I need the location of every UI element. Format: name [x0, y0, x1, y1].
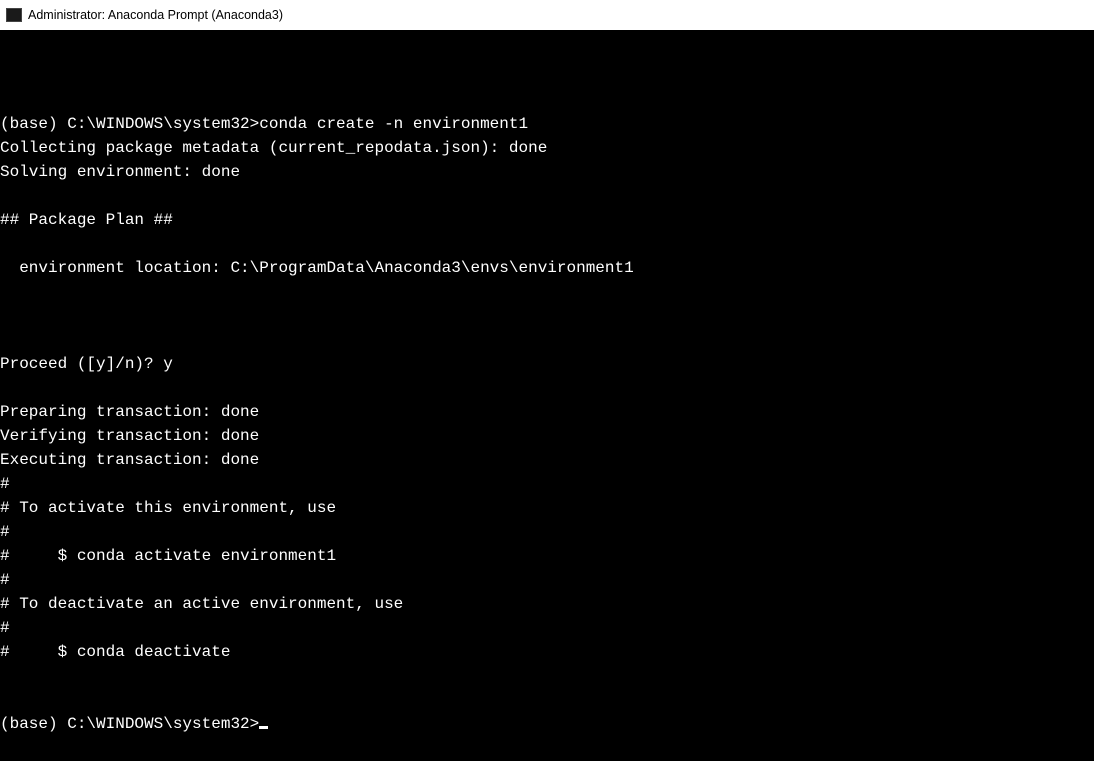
- terminal-line: # $ conda deactivate: [0, 643, 230, 661]
- terminal-line: # $ conda activate environment1: [0, 547, 336, 565]
- terminal-line: environment location: C:\ProgramData\Ana…: [0, 259, 634, 277]
- terminal-line: Collecting package metadata (current_rep…: [0, 139, 547, 157]
- terminal-line: Preparing transaction: done: [0, 403, 259, 421]
- terminal-line: ## Package Plan ##: [0, 211, 173, 229]
- terminal-prompt[interactable]: (base) C:\WINDOWS\system32>: [0, 715, 259, 733]
- terminal-output: (base) C:\WINDOWS\system32>conda create …: [0, 88, 1094, 736]
- cursor-icon: [259, 726, 268, 729]
- terminal-line: #: [0, 619, 10, 637]
- terminal-line: #: [0, 523, 10, 541]
- terminal-icon: [6, 8, 22, 22]
- window-title: Administrator: Anaconda Prompt (Anaconda…: [28, 8, 283, 22]
- window-title-bar[interactable]: Administrator: Anaconda Prompt (Anaconda…: [0, 0, 1094, 30]
- terminal-line: # To deactivate an active environment, u…: [0, 595, 403, 613]
- terminal-line: #: [0, 475, 10, 493]
- terminal-line: Solving environment: done: [0, 163, 240, 181]
- terminal-line: Verifying transaction: done: [0, 427, 259, 445]
- terminal-line: Proceed ([y]/n)? y: [0, 355, 173, 373]
- terminal-line: # To activate this environment, use: [0, 499, 336, 517]
- terminal-area[interactable]: (base) C:\WINDOWS\system32>conda create …: [0, 30, 1094, 761]
- terminal-line: #: [0, 571, 10, 589]
- terminal-line: (base) C:\WINDOWS\system32>conda create …: [0, 115, 528, 133]
- terminal-line: Executing transaction: done: [0, 451, 259, 469]
